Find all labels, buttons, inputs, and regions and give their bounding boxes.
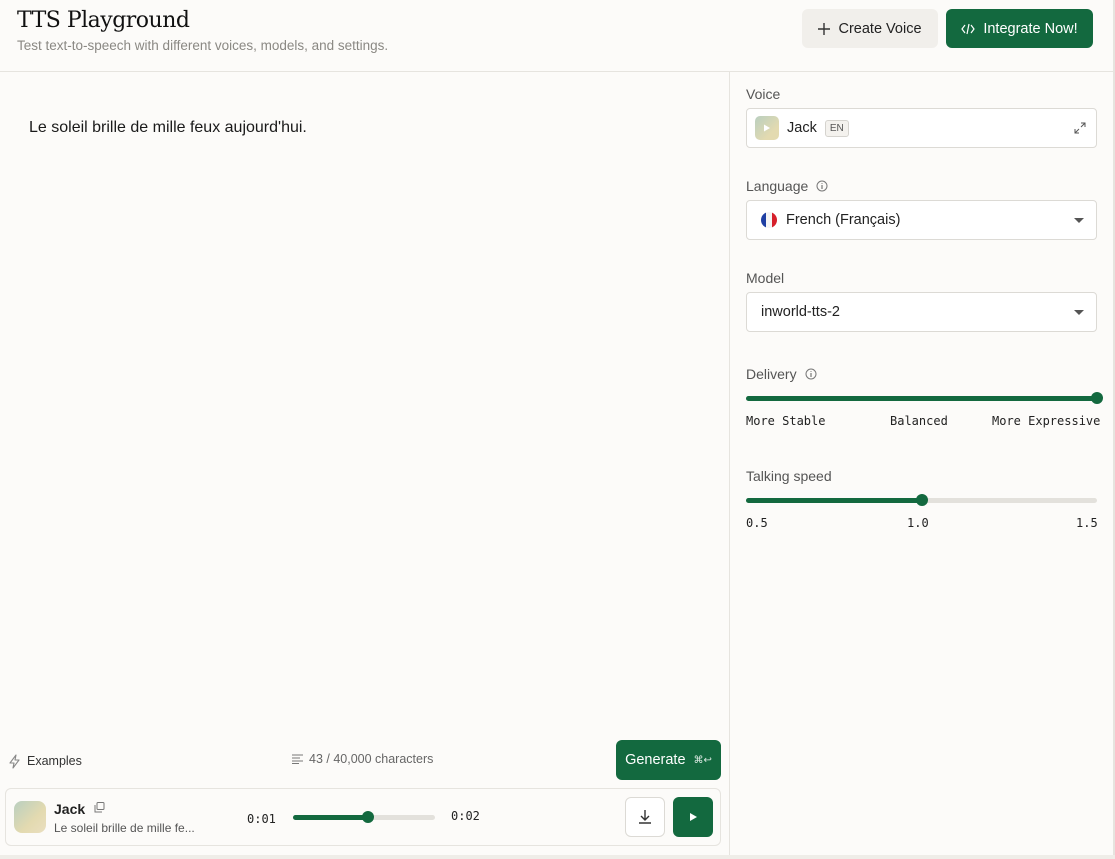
language-label-text: Language (746, 178, 809, 194)
model-select[interactable]: inworld-tts-2 (746, 292, 1097, 332)
chevron-down-icon (1074, 310, 1084, 315)
player-voice-name: Jack (54, 801, 86, 817)
language-label: Language (746, 178, 828, 194)
header: TTS Playground Test text-to-speech with … (0, 0, 1113, 72)
playback-progress-track[interactable] (293, 811, 435, 823)
text-lines-icon (292, 754, 303, 764)
talking-speed-label-text: Talking speed (746, 468, 832, 484)
generate-shortcut: ⌘↩ (693, 754, 712, 766)
talking-speed-label: Talking speed (746, 468, 832, 484)
voice-selector[interactable]: Jack EN (746, 108, 1097, 148)
talking-speed-slider[interactable] (746, 494, 1097, 506)
play-icon (764, 124, 770, 132)
playback-progress-thumb[interactable] (362, 811, 375, 823)
expand-icon[interactable] (1074, 122, 1086, 134)
language-select[interactable]: French (Français) (746, 200, 1097, 240)
talking-speed-slider-thumb[interactable] (915, 494, 928, 506)
delivery-label: Delivery (746, 366, 817, 382)
voice-avatar (14, 801, 46, 833)
delivery-label-text: Delivery (746, 366, 797, 382)
bottom-strip (0, 855, 1115, 859)
model-label-text: Model (746, 270, 785, 286)
create-voice-label: Create Voice (838, 20, 922, 37)
delivery-tick-stable: More Stable (746, 414, 826, 428)
audio-player: Jack Le soleil brille de mille fe... 0:0… (5, 788, 721, 846)
plus-icon (818, 22, 831, 35)
delivery-tick-balanced: Balanced (890, 414, 948, 428)
download-icon (639, 810, 651, 824)
delivery-slider[interactable] (746, 392, 1103, 404)
play-icon (690, 813, 697, 821)
delivery-slider-thumb[interactable] (1091, 392, 1103, 404)
speed-tick-min: 0.5 (746, 516, 768, 530)
language-value: French (Français) (786, 212, 901, 228)
lightning-icon (9, 753, 20, 769)
duration-time: 0:02 (451, 809, 480, 823)
info-icon[interactable] (805, 368, 817, 380)
playback-progress-fill (293, 815, 369, 820)
page-title: TTS Playground (17, 8, 190, 33)
copy-icon[interactable] (94, 802, 105, 813)
create-voice-button[interactable]: Create Voice (802, 9, 938, 48)
voice-label: Voice (746, 86, 780, 102)
generate-label: Generate (625, 752, 686, 768)
voice-language-badge: EN (824, 119, 849, 137)
chevron-down-icon (1074, 218, 1084, 223)
character-count-text: 43 / 40,000 characters (309, 752, 434, 766)
speed-tick-mid: 1.0 (907, 516, 929, 530)
model-value: inworld-tts-2 (761, 304, 840, 320)
delivery-slider-fill (746, 396, 1097, 401)
examples-button[interactable]: Examples (8, 751, 82, 771)
integrate-now-label: Integrate Now! (983, 20, 1078, 37)
integrate-now-button[interactable]: Integrate Now! (946, 9, 1093, 48)
code-icon (961, 23, 976, 34)
model-label: Model (746, 270, 784, 286)
text-editor[interactable]: Le soleil brille de mille feux aujourd'h… (29, 119, 709, 137)
download-button[interactable] (625, 797, 665, 837)
player-text-snippet: Le soleil brille de mille fe... (54, 821, 195, 835)
info-icon[interactable] (816, 180, 828, 192)
talking-speed-slider-fill (746, 498, 922, 503)
play-button[interactable] (673, 797, 713, 837)
voice-value: Jack (787, 120, 817, 136)
generate-button[interactable]: Generate ⌘↩ (616, 740, 721, 780)
panel-divider (729, 72, 730, 855)
delivery-tick-expressive: More Expressive (992, 414, 1101, 428)
examples-label: Examples (27, 754, 82, 768)
current-time: 0:01 (247, 812, 276, 826)
voice-preview-avatar[interactable] (755, 116, 779, 140)
voice-label-text: Voice (746, 86, 781, 102)
french-flag-icon (761, 212, 777, 228)
speed-tick-max: 1.5 (1076, 516, 1098, 530)
character-count: 43 / 40,000 characters (292, 752, 433, 766)
page-subtitle: Test text-to-speech with different voice… (17, 38, 389, 53)
